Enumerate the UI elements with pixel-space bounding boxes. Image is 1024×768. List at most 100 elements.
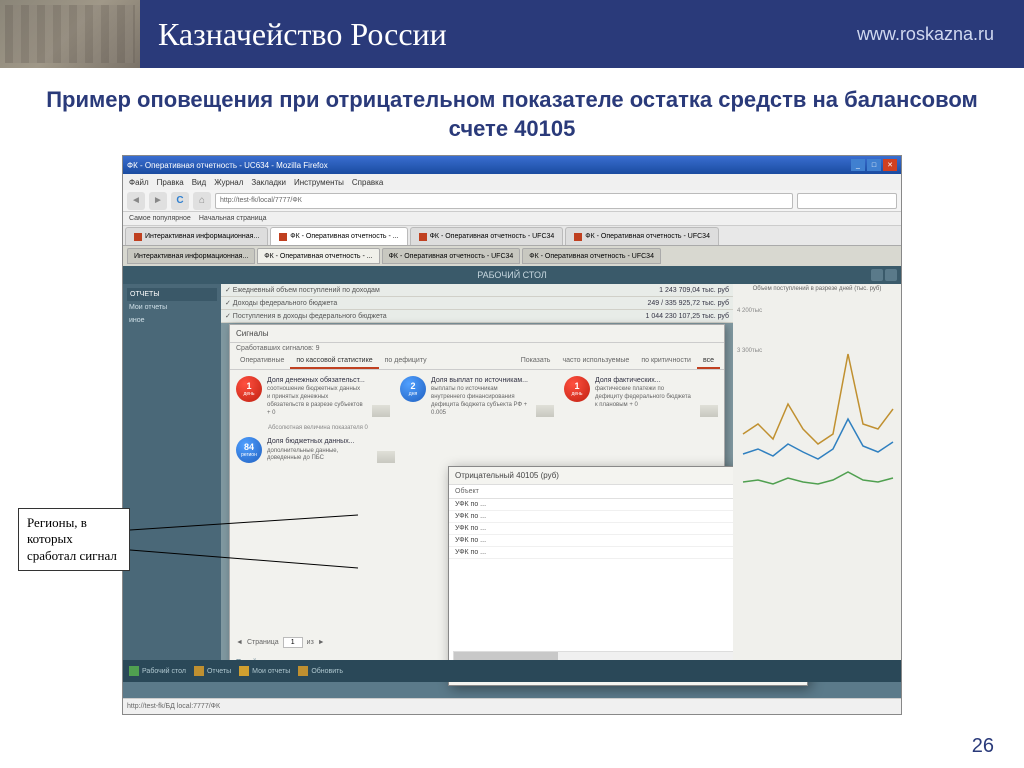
banner-photo: [0, 0, 140, 68]
sig-tab-frequent[interactable]: часто используемые: [556, 354, 635, 369]
signal-card[interactable]: 2дня Доля выплат по источникам...выплаты…: [400, 376, 554, 417]
mini-chart-icon[interactable]: [372, 405, 390, 417]
abs-note: Абсолютная величина показателя 0: [268, 425, 718, 431]
status-desktop[interactable]: Рабочий стол: [129, 666, 186, 676]
pager-prev-icon[interactable]: ◄: [236, 639, 243, 646]
refresh-icon: [298, 666, 308, 676]
browser-tab-4[interactable]: ФК - Оперативная отчетность - UFC34: [565, 227, 719, 245]
maximize-button[interactable]: □: [867, 159, 881, 171]
browser-tab-1[interactable]: Интерактивная информационная...: [125, 227, 268, 245]
app-header-title: РАБОЧИЙ СТОЛ: [477, 270, 547, 280]
menu-edit[interactable]: Правка: [157, 178, 184, 187]
org-url: www.roskazna.ru: [857, 24, 994, 45]
star-icon: [239, 666, 249, 676]
sig-tab-deficit[interactable]: по дефициту: [379, 354, 433, 369]
page-number: 26: [972, 735, 994, 758]
callout-text: Регионы, в которых сработал сигнал: [27, 515, 117, 563]
menu-tools[interactable]: Инструменты: [294, 178, 344, 187]
signal-card[interactable]: 1день Доля фактических...фактические пла…: [564, 376, 718, 417]
status-my-reports[interactable]: Мои отчеты: [239, 666, 290, 676]
signals-panel: Сигналы Сработавших сигналов: 9 Оператив…: [229, 324, 725, 668]
sidebar-item-reports[interactable]: Мои отчеты: [127, 301, 217, 314]
right-chart-panel: Объем поступлений в разрезе дней (тыс. р…: [733, 284, 901, 676]
status-refresh[interactable]: Обновить: [298, 666, 343, 676]
minimize-button[interactable]: _: [851, 159, 865, 171]
app-tab-4[interactable]: ФК - Оперативная отчетность - UFC34: [522, 248, 661, 264]
window-titlebar: ФК - Оперативная отчетность - UC634 - Mo…: [123, 156, 901, 174]
close-button[interactable]: ✕: [883, 159, 897, 171]
reload-button[interactable]: C: [171, 192, 189, 210]
signals-body: 1день Доля денежных обязательст...соотно…: [230, 370, 724, 652]
signal-info: Доля бюджетных данных...дополнительные д…: [267, 437, 370, 463]
menu-view[interactable]: Вид: [192, 178, 206, 187]
sig-tab-operational[interactable]: Оперативные: [234, 354, 290, 369]
mini-chart-icon[interactable]: [536, 405, 554, 417]
back-button[interactable]: ◄: [127, 192, 145, 210]
menu-bookmarks[interactable]: Закладки: [251, 178, 286, 187]
signal-info: Доля фактических...фактические платежи п…: [595, 376, 693, 409]
browser-menubar: Файл Правка Вид Журнал Закладки Инструме…: [123, 174, 901, 190]
mini-chart-icon[interactable]: [700, 405, 718, 417]
signal-card[interactable]: 84регион Доля бюджетных данных...дополни…: [236, 437, 395, 463]
sig-tab-cash[interactable]: по кассовой статистике: [290, 354, 378, 369]
browser-statusbar: http://test-fk/БД local:7777/ФК: [123, 698, 901, 714]
address-bar[interactable]: http://test-fk/local/7777/ФК: [215, 193, 793, 209]
signal-info: Доля денежных обязательст...соотношение …: [267, 376, 365, 417]
sidebar-item-other[interactable]: иное: [127, 314, 217, 327]
folder-icon: [194, 666, 204, 676]
header-btn-1[interactable]: [871, 269, 883, 281]
signal-badge: 2дня: [400, 376, 426, 402]
sidebar: ОТЧЕТЫ Мои отчеты иное: [123, 284, 221, 676]
callout-box: Регионы, в которых сработал сигнал: [18, 508, 130, 571]
address-text: http://test-fk/local/7777/ФК: [220, 197, 302, 204]
menu-file[interactable]: Файл: [129, 178, 149, 187]
main-area: ✓ Ежедневный объем поступлений по дохода…: [221, 284, 733, 676]
signal-info: Доля выплат по источникам...выплаты по и…: [431, 376, 529, 417]
bookmark-bar: Самое популярное Начальная страница: [123, 212, 901, 226]
app-tab-3[interactable]: ФК - Оперативная отчетность - UFC34: [382, 248, 521, 264]
chart-title: Объем поступлений в разрезе дней (тыс. р…: [733, 284, 901, 294]
sig-tab-all[interactable]: все: [697, 354, 720, 369]
menu-history[interactable]: Журнал: [214, 178, 243, 187]
app-area: Интерактивная информационная... ФК - Опе…: [123, 246, 901, 698]
col-object: Объект: [455, 488, 770, 495]
pager-next-icon[interactable]: ►: [318, 639, 325, 646]
app-tabbar: Интерактивная информационная... ФК - Опе…: [123, 246, 901, 266]
pager-label: Страница: [247, 639, 279, 646]
pager-input[interactable]: [283, 637, 303, 648]
search-box[interactable]: [797, 193, 897, 209]
tab-icon: [279, 233, 287, 241]
browser-tab-2[interactable]: ФК - Оперативная отчетность - ...: [270, 227, 407, 245]
window-title: ФК - Оперативная отчетность - UC634 - Mo…: [127, 161, 328, 170]
signal-card[interactable]: 1день Доля денежных обязательст...соотно…: [236, 376, 390, 417]
mini-chart-icon[interactable]: [377, 451, 395, 463]
browser-tab-3[interactable]: ФК - Оперативная отчетность - UFC34: [410, 227, 564, 245]
sig-tab-critical[interactable]: по критичности: [635, 354, 697, 369]
pager-of: из: [307, 639, 314, 646]
tab-icon: [134, 233, 142, 241]
status-reports[interactable]: Отчеты: [194, 666, 231, 676]
desktop-icon: [129, 666, 139, 676]
bookmark-2[interactable]: Начальная страница: [199, 215, 267, 222]
app-tab-1[interactable]: Интерактивная информационная...: [127, 248, 255, 264]
line-chart: 4 200тыс 3 300тыс: [733, 294, 901, 494]
signal-badge: 84регион: [236, 437, 262, 463]
forward-button[interactable]: ►: [149, 192, 167, 210]
browser-toolbar: ◄ ► C ⌂ http://test-fk/local/7777/ФК: [123, 190, 901, 212]
signals-tabs: Оперативные по кассовой статистике по де…: [230, 354, 724, 370]
status-text: http://test-fk/БД local:7777/ФК: [127, 703, 220, 710]
signal-badge: 1день: [236, 376, 262, 402]
app-tab-2[interactable]: ФК - Оперативная отчетность - ...: [257, 248, 379, 264]
sig-tab-show: Показать: [515, 354, 557, 369]
bookmark-1[interactable]: Самое популярное: [129, 215, 191, 222]
app-header: РАБОЧИЙ СТОЛ: [123, 266, 901, 284]
tab-icon: [574, 233, 582, 241]
data-row: ✓ Доходы федерального бюджета249 / 335 9…: [221, 297, 733, 310]
menu-help[interactable]: Справка: [352, 178, 383, 187]
signals-title: Сигналы: [230, 325, 724, 343]
header-btn-2[interactable]: [885, 269, 897, 281]
window-controls: _ □ ✕: [851, 159, 897, 171]
signals-subtitle: Сработавших сигналов: 9: [230, 343, 724, 354]
home-button[interactable]: ⌂: [193, 192, 211, 210]
data-row: ✓ Ежедневный объем поступлений по дохода…: [221, 284, 733, 297]
